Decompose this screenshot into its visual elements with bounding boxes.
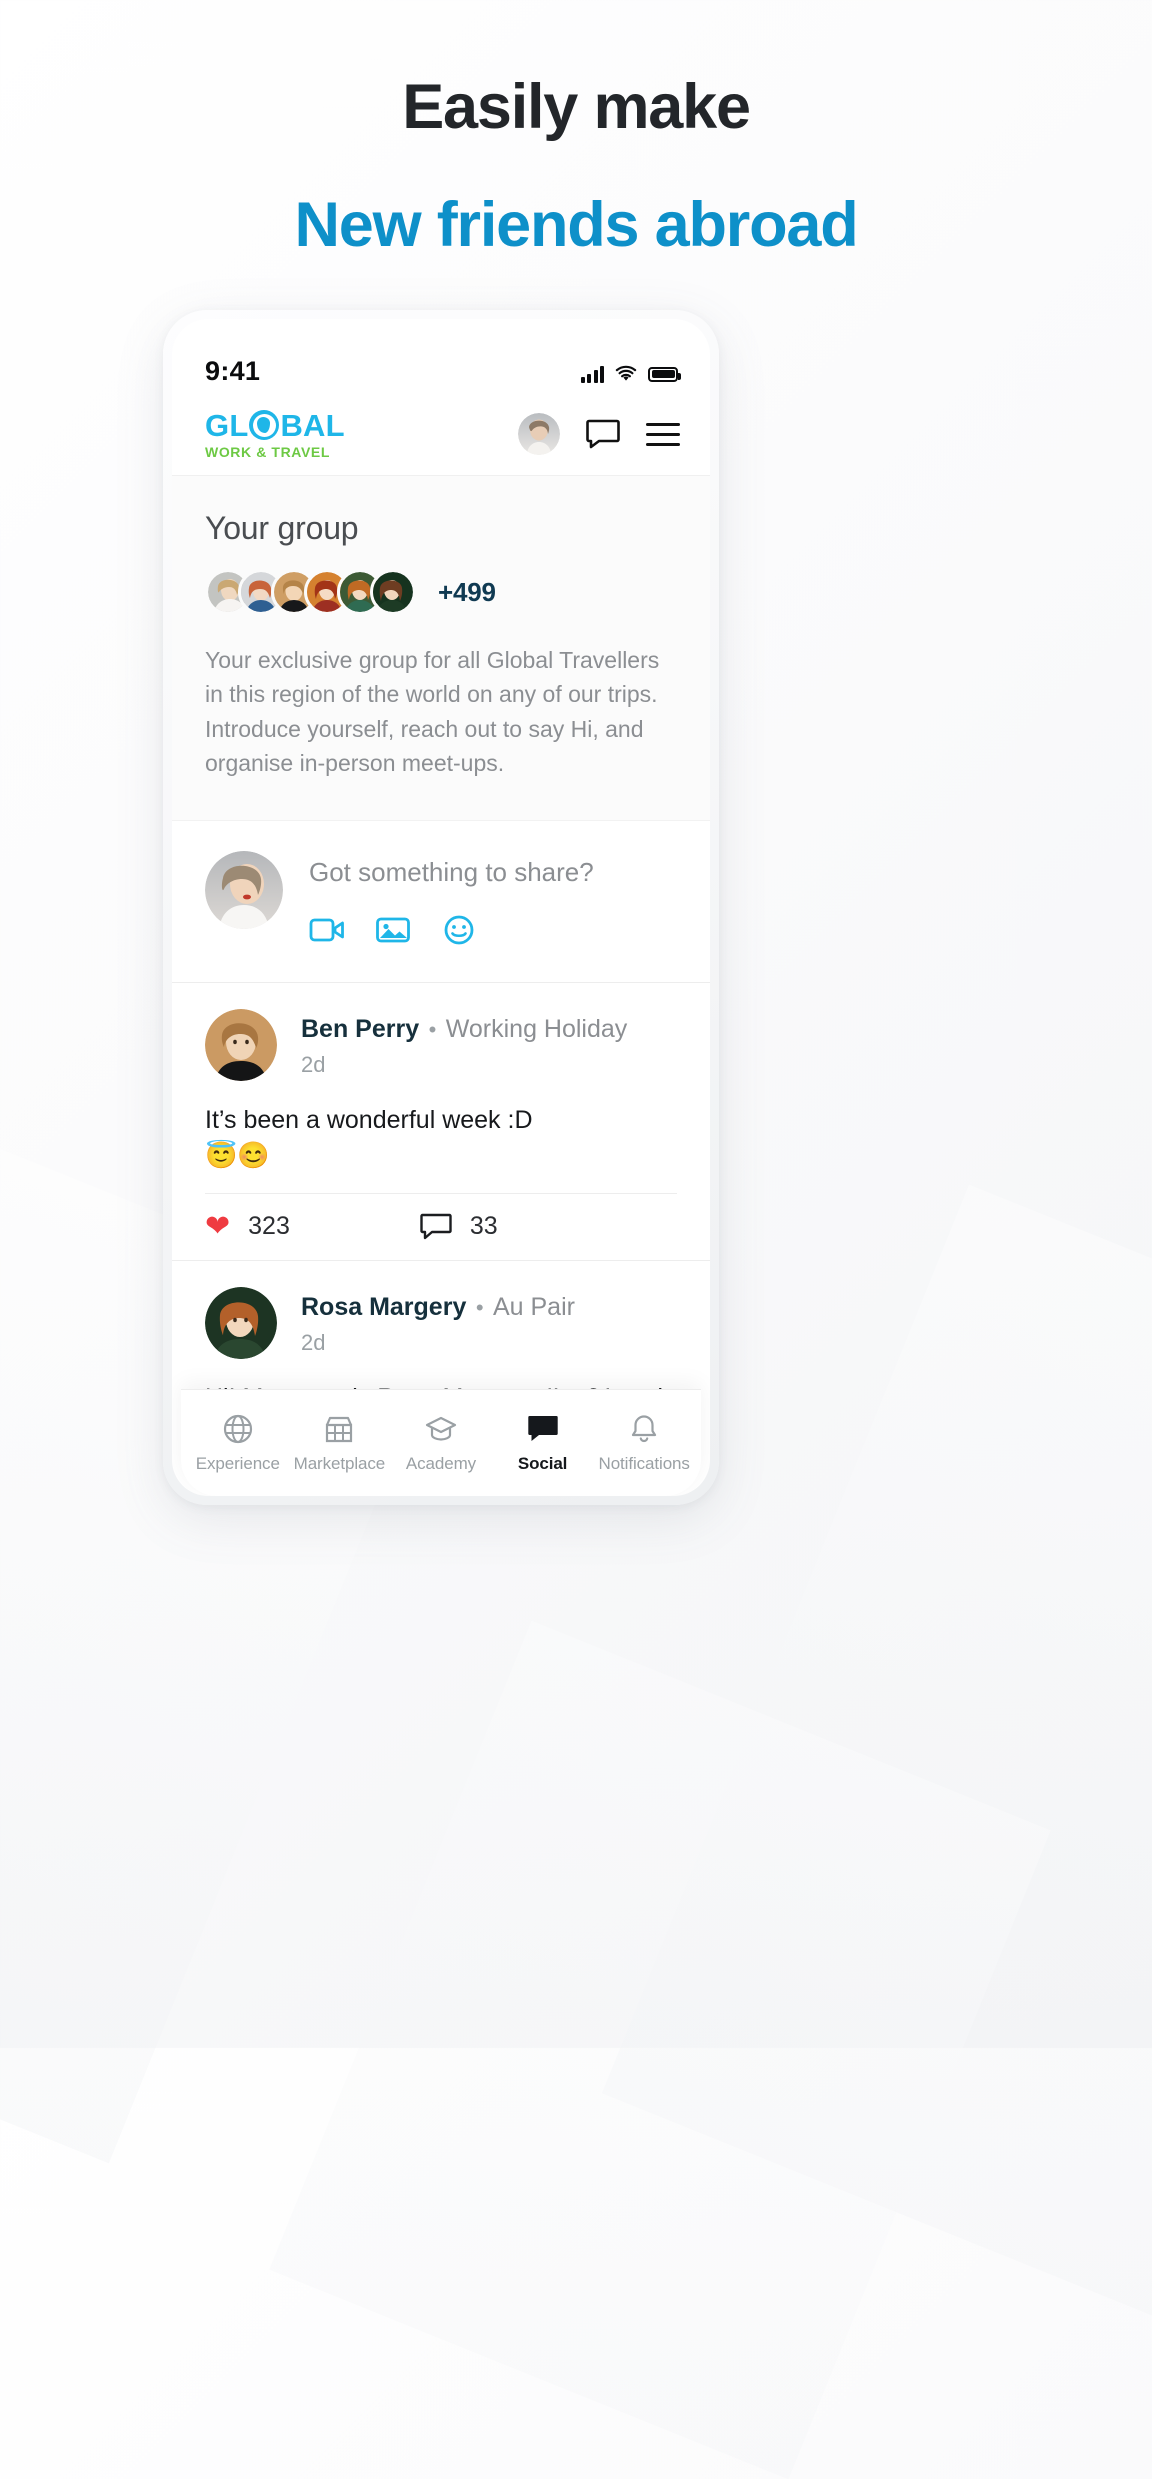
composer-body: Got something to share? bbox=[309, 851, 594, 948]
status-bar: 9:41 bbox=[172, 319, 710, 393]
nav-item-social[interactable]: Social bbox=[492, 1413, 594, 1474]
post-meta: Ben Perry • Working Holiday 2d bbox=[301, 1009, 627, 1078]
post-composer[interactable]: Got something to share? bbox=[172, 820, 710, 983]
group-members-row[interactable]: +499 bbox=[205, 569, 677, 615]
phone-screen: 9:41 GL BAL WORK & TRAVEL Your group +49… bbox=[172, 319, 710, 1496]
post-meta: Rosa Margery • Au Pair 2d bbox=[301, 1287, 575, 1356]
group-card: Your group +499 Your exclusive group for… bbox=[172, 475, 710, 821]
composer-placeholder[interactable]: Got something to share? bbox=[309, 857, 594, 888]
group-member-count: +499 bbox=[438, 576, 496, 607]
app-logo[interactable]: GL BAL WORK & TRAVEL bbox=[205, 410, 345, 459]
nav-label: Social bbox=[517, 1453, 568, 1473]
post-item[interactable]: Ben Perry • Working Holiday 2d It’s been… bbox=[172, 982, 710, 1260]
globe-icon bbox=[249, 410, 280, 440]
member-avatar-stack bbox=[205, 569, 416, 615]
like-count: 323 bbox=[248, 1212, 290, 1241]
storefront-icon bbox=[326, 1416, 353, 1442]
nav-item-academy[interactable]: Academy bbox=[390, 1413, 492, 1474]
post-author-name: Ben Perry bbox=[301, 1015, 420, 1044]
logo-tagline: WORK & TRAVEL bbox=[205, 443, 330, 460]
cellular-signal-icon bbox=[580, 365, 604, 383]
post-header: Ben Perry • Working Holiday 2d bbox=[205, 1009, 677, 1082]
nav-label: Academy bbox=[405, 1453, 477, 1473]
headline-line-1: Easily make bbox=[402, 72, 751, 142]
nav-item-notifications[interactable]: Notifications bbox=[593, 1413, 695, 1474]
bell-icon bbox=[632, 1414, 657, 1442]
chat-bubble-icon bbox=[527, 1415, 558, 1441]
status-indicators bbox=[580, 365, 681, 387]
nav-item-marketplace[interactable]: Marketplace bbox=[289, 1413, 391, 1474]
header-icons bbox=[518, 413, 680, 455]
group-title: Your group bbox=[205, 510, 359, 546]
hamburger-menu-icon[interactable] bbox=[646, 422, 680, 446]
post-timestamp: 2d bbox=[301, 1329, 326, 1355]
post-author-name: Rosa Margery bbox=[301, 1292, 467, 1321]
member-avatar-6 bbox=[370, 569, 416, 615]
nav-item-experience[interactable]: Experience bbox=[187, 1413, 289, 1474]
emoji-smiley-icon[interactable] bbox=[441, 912, 477, 948]
phone-mockup: 9:41 GL BAL WORK & TRAVEL Your group +49… bbox=[163, 310, 719, 1505]
photo-image-icon[interactable] bbox=[375, 912, 411, 948]
comment-count: 33 bbox=[469, 1212, 498, 1241]
post-header: Rosa Margery • Au Pair 2d bbox=[205, 1286, 677, 1359]
bottom-navigation: Experience Marketplace Academy Social No… bbox=[181, 1389, 701, 1496]
nav-label: Experience bbox=[195, 1453, 280, 1473]
post-timestamp: 2d bbox=[301, 1052, 326, 1078]
post-emoji: 😇😊 bbox=[205, 1139, 270, 1170]
video-camera-icon[interactable] bbox=[309, 912, 345, 948]
globe-icon bbox=[223, 1414, 252, 1443]
current-user-avatar bbox=[205, 851, 283, 930]
composer-actions bbox=[309, 912, 594, 948]
nav-label: Notifications bbox=[598, 1453, 690, 1473]
post-author-avatar[interactable] bbox=[205, 1286, 277, 1359]
group-description: Your exclusive group for all Global Trav… bbox=[205, 647, 660, 776]
post-actions: ❤ 323 33 bbox=[205, 1192, 677, 1260]
wifi-icon bbox=[615, 365, 637, 381]
chat-bubble-icon[interactable] bbox=[586, 419, 620, 449]
logo-wordmark: GL BAL bbox=[205, 407, 345, 443]
marketing-headline: Easily make New friends abroad bbox=[0, 74, 1152, 258]
like-button[interactable]: ❤ 323 bbox=[205, 1209, 290, 1243]
graduation-cap-icon bbox=[425, 1416, 457, 1441]
nav-label: Marketplace bbox=[293, 1453, 386, 1473]
post-separator: • bbox=[428, 1017, 437, 1043]
comment-button[interactable]: 33 bbox=[420, 1212, 498, 1241]
post-text: It’s been a wonderful week :D bbox=[205, 1106, 533, 1135]
app-header: GL BAL WORK & TRAVEL bbox=[172, 393, 710, 475]
post-author-role: Au Pair bbox=[492, 1292, 575, 1321]
background-band bbox=[269, 1620, 1051, 2479]
post-author-avatar[interactable] bbox=[205, 1009, 277, 1082]
user-avatar[interactable] bbox=[518, 413, 560, 455]
headline-line-2: New friends abroad bbox=[294, 190, 858, 261]
comment-bubble-icon bbox=[420, 1213, 452, 1239]
post-separator: • bbox=[475, 1294, 484, 1320]
battery-full-icon bbox=[648, 366, 681, 382]
post-author-role: Working Holiday bbox=[445, 1015, 628, 1044]
heart-filled-icon: ❤ bbox=[205, 1209, 231, 1243]
status-time: 9:41 bbox=[205, 356, 261, 386]
